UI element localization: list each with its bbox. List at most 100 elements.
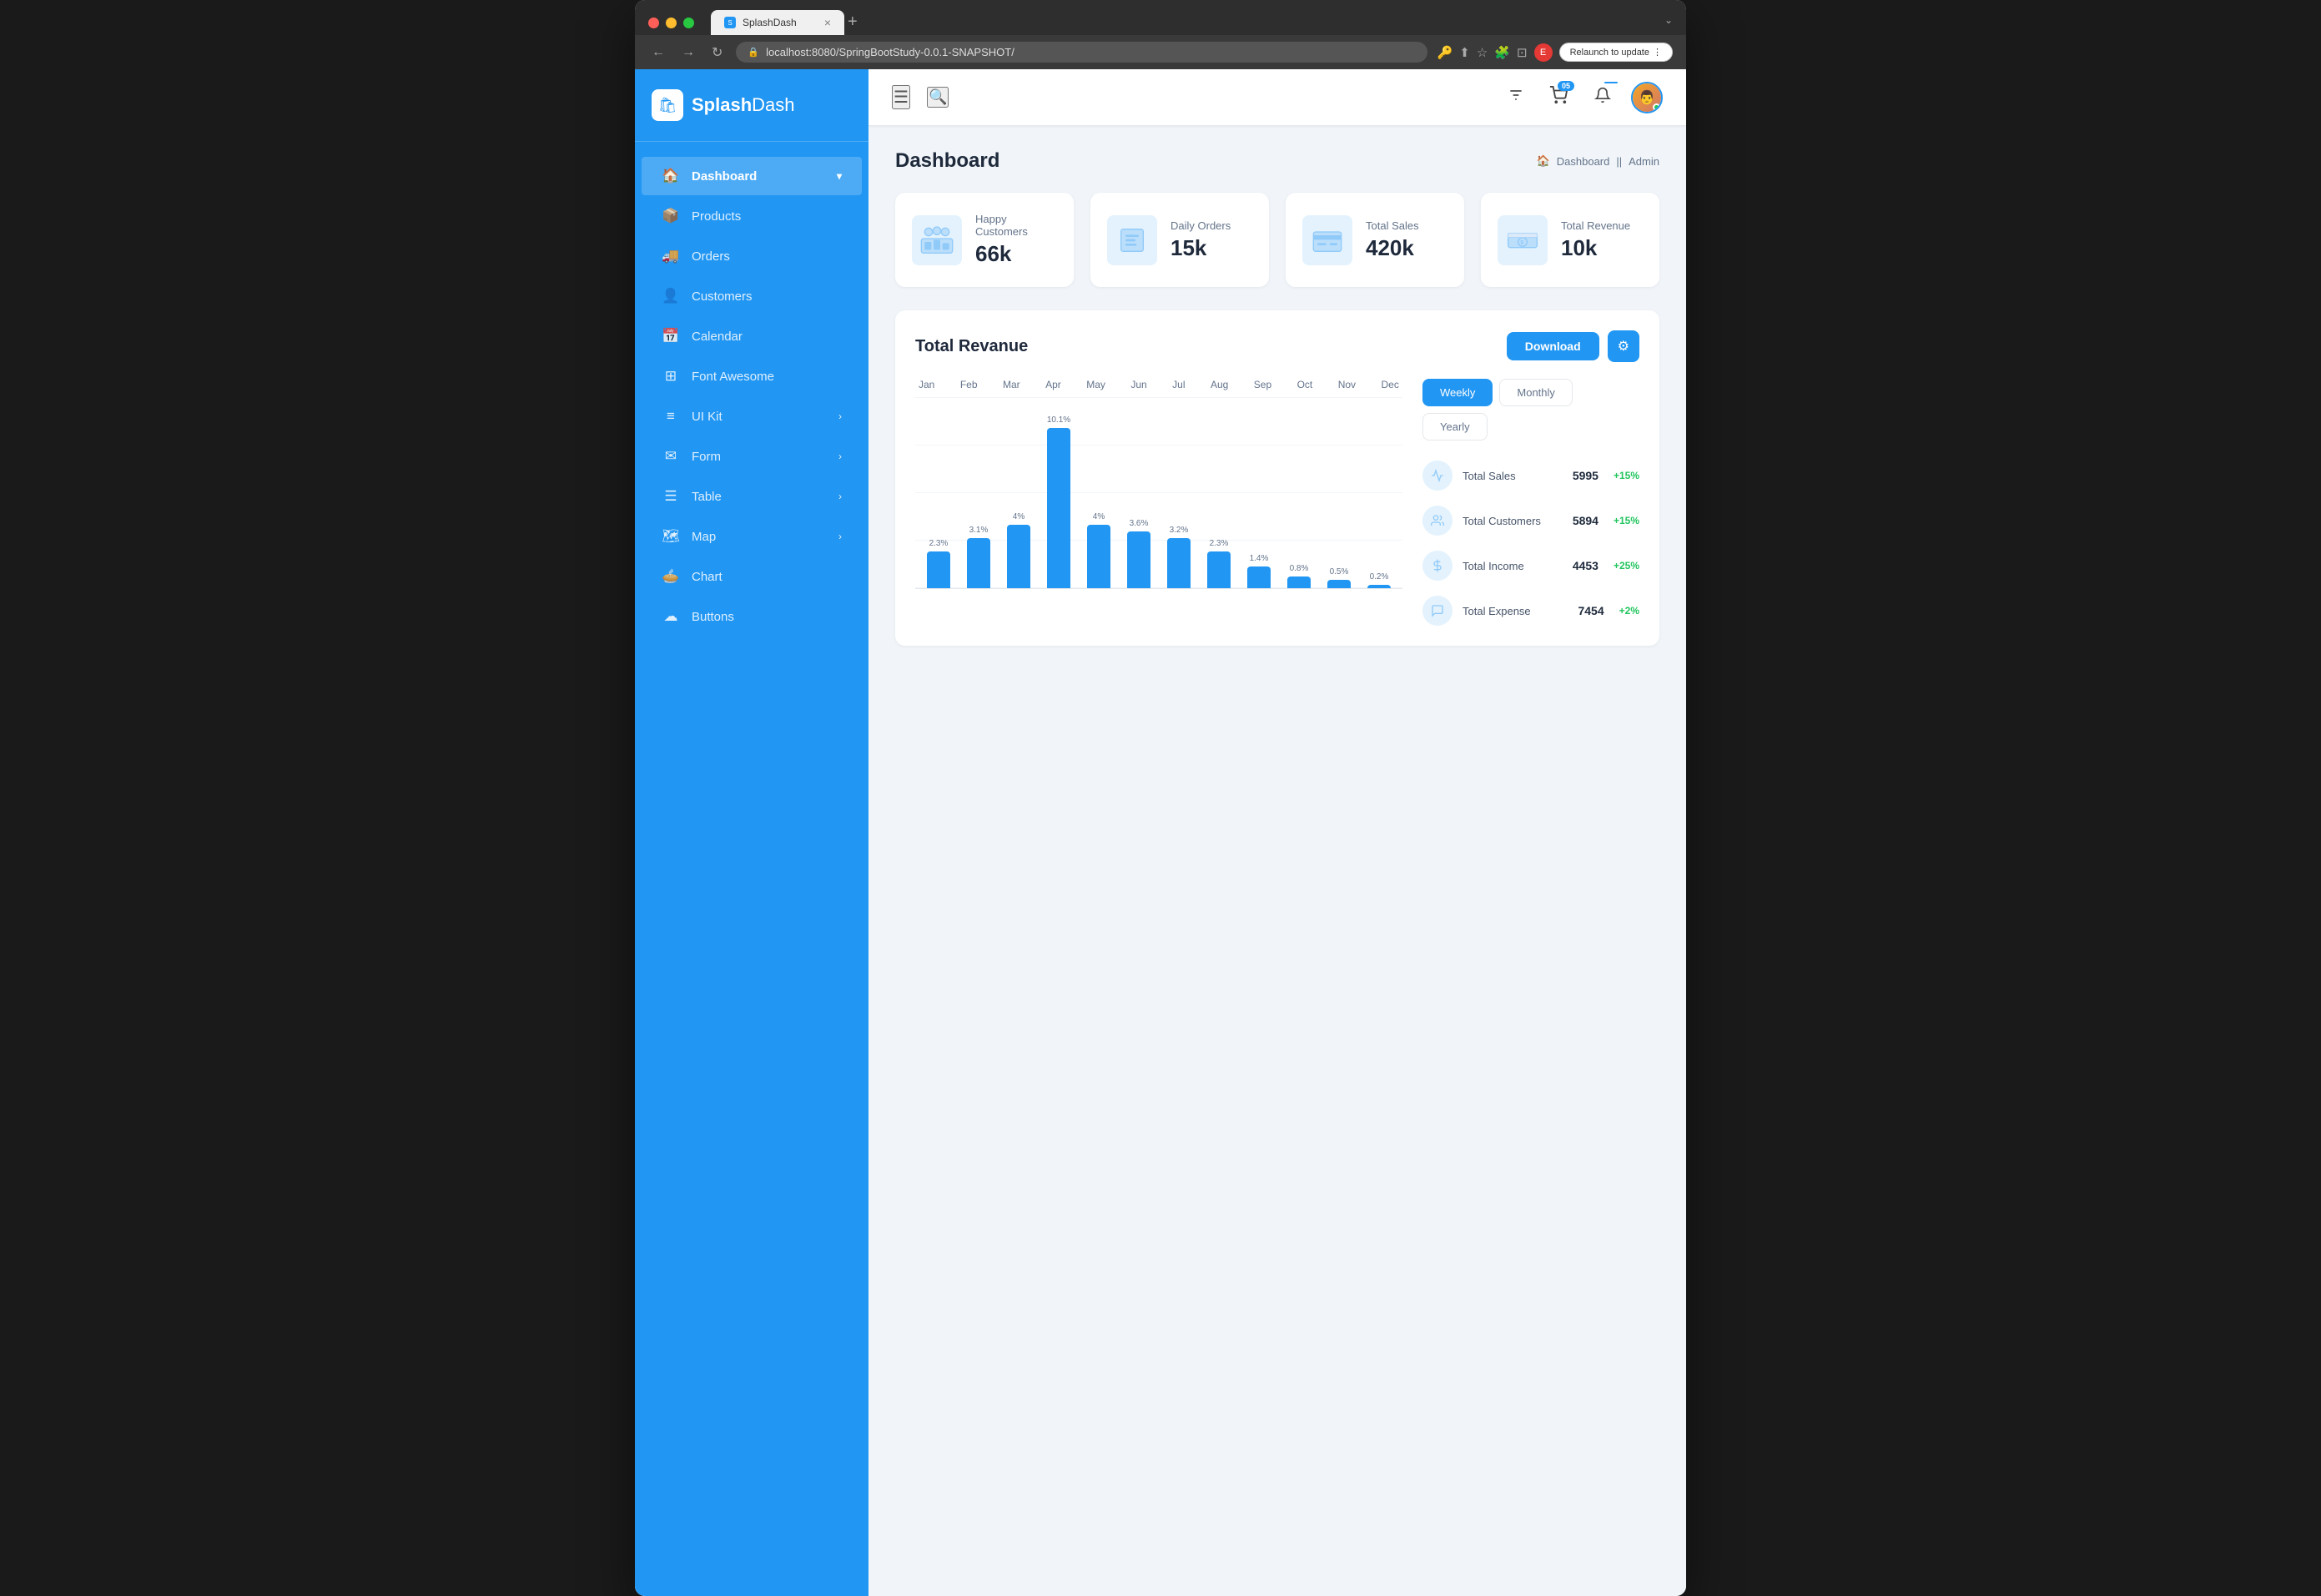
browser-addressbar: ← → ↻ 🔒 localhost:8080/SpringBootStudy-0… bbox=[635, 35, 1686, 69]
sidebar-icon[interactable]: ⊡ bbox=[1517, 45, 1528, 60]
breadcrumb: 🏠 Dashboard || Admin bbox=[1537, 154, 1659, 168]
happy-customers-icon bbox=[912, 215, 962, 265]
total-customers-row-info: Total Customers bbox=[1463, 515, 1563, 527]
relaunch-button[interactable]: Relaunch to update ⋮ bbox=[1559, 43, 1673, 62]
sidebar-item-calendar[interactable]: 📅 Calendar bbox=[642, 317, 862, 355]
total-expense-row-name: Total Expense bbox=[1463, 605, 1568, 617]
weekly-button[interactable]: Weekly bbox=[1422, 379, 1493, 406]
close-button[interactable] bbox=[648, 18, 659, 28]
bar-value-label: 1.4% bbox=[1250, 554, 1269, 563]
bar-element bbox=[1127, 531, 1150, 588]
menu-toggle-button[interactable]: ☰ bbox=[892, 85, 910, 109]
sidebar-item-ui-kit[interactable]: ≡ UI Kit › bbox=[642, 397, 862, 436]
stat-row-total-expense: Total Expense 7454 +2% bbox=[1422, 596, 1639, 626]
stat-card-happy-customers: Happy Customers 66k bbox=[895, 193, 1074, 287]
bar-element bbox=[1327, 580, 1351, 588]
total-sales-row-value: 5995 bbox=[1573, 469, 1599, 482]
browser-titlebar: S SplashDash × + ⌄ bbox=[635, 0, 1686, 35]
active-tab[interactable]: S SplashDash × bbox=[711, 10, 844, 35]
bar-group: 0.8% bbox=[1279, 564, 1319, 588]
search-button[interactable]: 🔍 bbox=[927, 87, 949, 108]
bar-element bbox=[1047, 428, 1070, 588]
form-icon: ✉ bbox=[662, 448, 680, 465]
sidebar-item-table[interactable]: ☰ Table › bbox=[642, 477, 862, 516]
sidebar-item-label: Buttons bbox=[692, 610, 734, 624]
total-customers-row-value: 5894 bbox=[1573, 514, 1599, 527]
relaunch-menu-icon: ⋮ bbox=[1653, 47, 1662, 58]
maximize-button[interactable] bbox=[683, 18, 694, 28]
total-expense-row-icon bbox=[1422, 596, 1453, 626]
bar-group: 10.1% bbox=[1039, 415, 1079, 588]
bar-group: 2.3% bbox=[919, 539, 959, 588]
daily-orders-value: 15k bbox=[1171, 235, 1231, 261]
browser-chevron-icon: ⌄ bbox=[1664, 14, 1673, 31]
back-button[interactable]: ← bbox=[648, 43, 668, 62]
total-customers-row-name: Total Customers bbox=[1463, 515, 1563, 527]
home-icon: 🏠 bbox=[662, 168, 680, 184]
browser-window: S SplashDash × + ⌄ ← → ↻ 🔒 localhost:808… bbox=[635, 0, 1686, 1596]
sidebar-item-products[interactable]: 📦 Products bbox=[642, 197, 862, 235]
settings-button[interactable]: ⚙ bbox=[1608, 330, 1639, 362]
cart-icon-button[interactable]: 05 bbox=[1549, 86, 1568, 109]
bar-value-label: 10.1% bbox=[1047, 415, 1070, 425]
period-buttons: Weekly Monthly Yearly bbox=[1422, 379, 1639, 441]
new-tab-button[interactable]: + bbox=[848, 13, 858, 35]
relaunch-label: Relaunch to update bbox=[1570, 48, 1649, 58]
download-button[interactable]: Download bbox=[1507, 332, 1599, 360]
sidebar-item-label: Orders bbox=[692, 249, 730, 264]
minimize-button[interactable] bbox=[666, 18, 677, 28]
bookmark-icon[interactable]: ☆ bbox=[1477, 45, 1488, 60]
chevron-right-icon: › bbox=[838, 451, 842, 462]
orders-icon: 🚚 bbox=[662, 248, 680, 264]
sidebar-item-dashboard[interactable]: 🏠 Dashboard ▾ bbox=[642, 157, 862, 195]
logo-light: Dash bbox=[752, 94, 794, 115]
sidebar-item-chart[interactable]: 🥧 Chart bbox=[642, 557, 862, 596]
ui-kit-icon: ≡ bbox=[662, 408, 680, 425]
sidebar-item-map[interactable]: 🗺 Map › bbox=[642, 517, 862, 556]
chevron-down-icon: ▾ bbox=[837, 170, 842, 182]
bar-element bbox=[1087, 525, 1110, 588]
total-revenue-value: 10k bbox=[1561, 235, 1630, 261]
stat-card-total-sales: Total Sales 420k bbox=[1286, 193, 1464, 287]
total-income-row-name: Total Income bbox=[1463, 560, 1563, 572]
sidebar-item-customers[interactable]: 👤 Customers bbox=[642, 277, 862, 315]
extension-icon[interactable]: 🧩 bbox=[1494, 45, 1510, 60]
sidebar-item-font-awesome[interactable]: ⊞ Font Awesome bbox=[642, 357, 862, 395]
bar-element bbox=[1167, 538, 1191, 588]
chart-months: Jan Feb Mar Apr May Jun Jul Aug Sep Oct bbox=[915, 379, 1402, 390]
key-icon[interactable]: 🔑 bbox=[1437, 45, 1453, 60]
chart-icon: 🥧 bbox=[662, 568, 680, 585]
bell-icon-button[interactable] bbox=[1594, 87, 1611, 108]
profile-icon[interactable]: E bbox=[1534, 43, 1553, 62]
user-avatar[interactable]: 👨 bbox=[1631, 82, 1663, 113]
bar-group: 3.1% bbox=[959, 526, 999, 588]
tab-close-icon[interactable]: × bbox=[824, 16, 831, 29]
bar-group: 0.5% bbox=[1319, 567, 1359, 588]
total-customers-row-change: +15% bbox=[1614, 515, 1639, 526]
month-oct: Oct bbox=[1297, 379, 1313, 390]
revenue-section: Total Revanue Download ⚙ Jan Feb Mar bbox=[895, 310, 1659, 646]
sidebar-item-form[interactable]: ✉ Form › bbox=[642, 437, 862, 476]
reload-button[interactable]: ↻ bbox=[708, 43, 726, 63]
filter-icon-button[interactable] bbox=[1508, 87, 1524, 108]
address-bar[interactable]: 🔒 localhost:8080/SpringBootStudy-0.0.1-S… bbox=[736, 42, 1427, 63]
browser-actions: 🔑 ⬆ ☆ 🧩 ⊡ E Relaunch to update ⋮ bbox=[1437, 43, 1673, 62]
yearly-button[interactable]: Yearly bbox=[1422, 413, 1488, 441]
sidebar-item-label: Products bbox=[692, 209, 741, 224]
sidebar-item-buttons[interactable]: ☁ Buttons bbox=[642, 597, 862, 636]
chart-area: Jan Feb Mar Apr May Jun Jul Aug Sep Oct bbox=[915, 379, 1402, 626]
revenue-header: Total Revanue Download ⚙ bbox=[915, 330, 1639, 362]
monthly-button[interactable]: Monthly bbox=[1499, 379, 1573, 406]
forward-button[interactable]: → bbox=[678, 43, 698, 62]
bar-value-label: 3.2% bbox=[1170, 526, 1189, 535]
sidebar-item-orders[interactable]: 🚚 Orders bbox=[642, 237, 862, 275]
total-income-row-info: Total Income bbox=[1463, 560, 1563, 572]
share-icon[interactable]: ⬆ bbox=[1459, 45, 1470, 60]
page-header: Dashboard 🏠 Dashboard || Admin bbox=[895, 149, 1659, 173]
chevron-right-icon: › bbox=[838, 531, 842, 542]
total-expense-row-value: 7454 bbox=[1578, 604, 1604, 617]
total-sales-row-icon bbox=[1422, 461, 1453, 491]
month-aug: Aug bbox=[1211, 379, 1228, 390]
svg-text:$: $ bbox=[1520, 239, 1523, 245]
right-panel: Weekly Monthly Yearly bbox=[1422, 379, 1639, 626]
